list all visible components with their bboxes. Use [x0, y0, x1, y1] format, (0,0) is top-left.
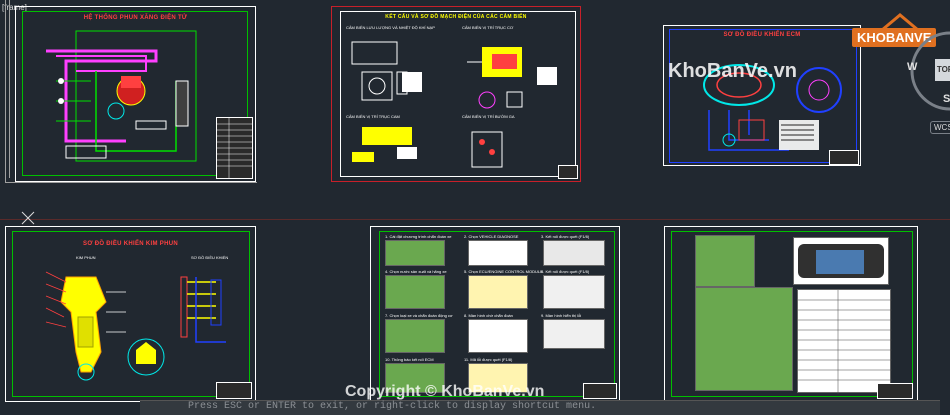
wcs-menu[interactable]: WCS	[930, 121, 950, 134]
title-block	[216, 382, 252, 399]
screenshot-thumbnail	[468, 275, 528, 309]
step-label: 6. Kết nối được quét (F1/8)	[541, 269, 590, 274]
model-boundary-bottom	[5, 182, 257, 183]
title-block	[583, 383, 617, 399]
step-label: 7. Chọn loại xe và chẩn đoán động cơ	[385, 313, 453, 318]
step-label: 5. Chọn ECU/ENGINE CONTROL MODULE	[464, 269, 543, 274]
screenshot-thumbnail	[543, 275, 605, 309]
compass-south[interactable]: S	[943, 93, 950, 105]
step-label: 2. Chọn VEHICLE DIAGNOSE	[464, 234, 519, 239]
drawing-sheet-fuel-injection-system[interactable]: HỆ THỐNG PHUN XĂNG ĐIỆN TỬ	[15, 6, 256, 182]
screenshot-thumbnail	[385, 319, 445, 353]
title-block	[558, 165, 578, 179]
label-maf-sensor: CẢM BIẾN LƯU LƯỢNG VÀ NHIỆT ĐỘ KHÍ NẠP	[346, 25, 435, 30]
step-label: 1. Cài đặt chương trình chẩn đoán xe	[385, 234, 452, 239]
drawing-sheet-sensors[interactable]: KẾT CẤU VÀ SƠ ĐỒ MẠCH ĐIỆN CỦA CÁC CẢM B…	[331, 6, 581, 182]
ecm-diagram	[703, 64, 842, 151]
title-block	[877, 383, 913, 399]
step-label: 11. Mã lỗi được quét (F1/8)	[464, 357, 513, 362]
label-crank-sensor: CẢM BIẾN VỊ TRÍ TRỤC CƠ	[462, 25, 514, 30]
drawing-sheet-injector-control[interactable]: SƠ ĐỒ ĐIỀU KHIỂN KIM PHUN KIM PHUN SƠ ĐỒ…	[5, 226, 256, 402]
drawing-sheet-scanner-device[interactable]	[664, 226, 918, 402]
screenshot-thumbnail	[543, 240, 605, 266]
viewcube[interactable]: W TOP S WCS	[905, 28, 950, 138]
menu-screenshot	[695, 235, 755, 287]
spec-table	[797, 289, 892, 394]
step-label: 3. Kết nối được quét (F1/8)	[541, 234, 590, 239]
command-prompt-text: Press ESC or ENTER to exit, or right-cli…	[188, 401, 597, 412]
scanner-device-photo	[793, 237, 889, 285]
screenshot-thumbnail	[468, 240, 528, 266]
sheet-title: KẾT CẤU VÀ SƠ ĐỒ MẠCH ĐIỆN CỦA CÁC CẢM B…	[385, 14, 527, 20]
watermark-center: KhoBanVe.vn	[668, 60, 797, 82]
title-block	[216, 117, 253, 179]
screenshot-thumbnail	[385, 275, 445, 309]
crosshair-cursor	[21, 211, 35, 225]
sensor-diagrams	[351, 41, 557, 168]
fuel-system-diagram	[46, 30, 197, 162]
drawing-sheet-diagnostic-steps[interactable]: 1. Cài đặt chương trình chẩn đoán xe 2. …	[370, 226, 620, 402]
compass-west[interactable]: W	[907, 61, 917, 73]
label-control-diagram: SƠ ĐỒ ĐIỀU KHIỂN	[191, 255, 229, 260]
watermark-bottom: Copyright © KhoBanVe.vn	[345, 383, 545, 400]
screenshot-thumbnail	[468, 319, 528, 353]
step-label: 8. Màn hình chờ chẩn đoán	[464, 313, 513, 318]
sheet-title: SƠ ĐỒ ĐIỀU KHIỂN ECM	[723, 32, 801, 38]
title-block	[829, 150, 859, 165]
model-boundary	[5, 0, 6, 183]
viewcube-top-face[interactable]: TOP	[935, 59, 950, 81]
label-injector: KIM PHUN	[76, 255, 96, 260]
screenshot-thumbnail	[543, 319, 605, 349]
injector-diagram	[45, 271, 226, 381]
drawing-sheet-ecm-control[interactable]: SƠ ĐỒ ĐIỀU KHIỂN ECM	[663, 25, 861, 166]
step-label: 9. Màn hình hiển thị lỗi	[541, 313, 582, 318]
screenshot-thumbnail	[385, 240, 445, 266]
model-boundary-inner	[9, 0, 10, 178]
command-line[interactable]: Press ESC or ENTER to exit, or right-cli…	[140, 400, 940, 415]
step-label: 10. Thông báo kết nối ECM	[385, 357, 434, 362]
step-label: 4. Chọn nước sản xuất và hãng xe	[385, 269, 447, 274]
instruction-text-block	[695, 287, 793, 391]
divider-line	[0, 219, 950, 220]
sheet-title: SƠ ĐỒ ĐIỀU KHIỂN KIM PHUN	[83, 241, 178, 247]
